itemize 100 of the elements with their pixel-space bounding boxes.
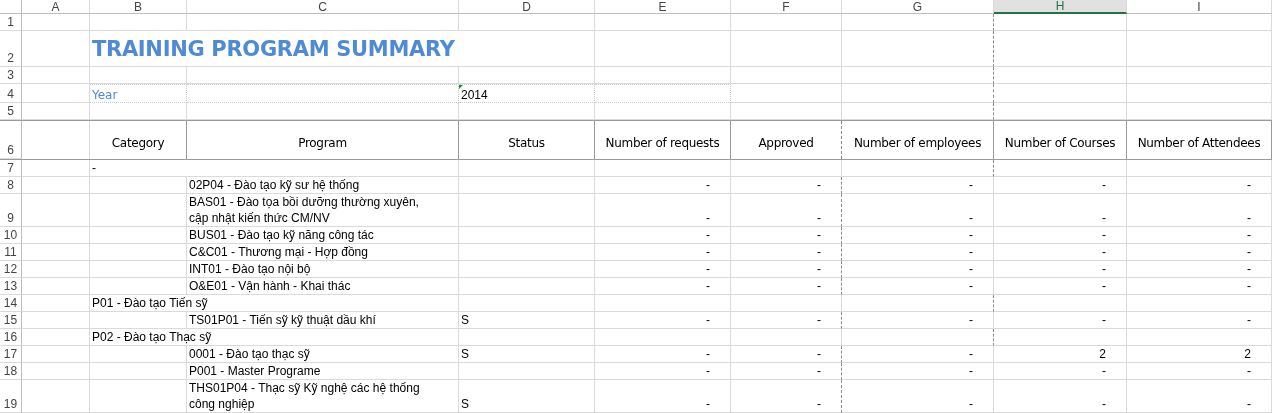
empty-cell[interactable]: BAS01 - Đào tọa bồi dưỡng thường xuyên, cập nhật kiến thức CM/NV [187, 194, 459, 227]
column-header[interactable]: F [731, 0, 842, 14]
empty-cell[interactable]: 0001 - Đào tạo thạc sỹ [187, 346, 459, 363]
empty-cell[interactable]: C&C01 - Thương mại - Hợp đồng [187, 244, 459, 261]
empty-cell[interactable]: 02P04 - Đào tạo kỹ sư hệ thống [187, 177, 459, 194]
empty-cell[interactable]: - [842, 227, 994, 244]
column-header[interactable]: H [994, 0, 1127, 14]
empty-cell[interactable] [842, 31, 994, 67]
empty-cell[interactable]: - [842, 346, 994, 363]
empty-cell[interactable] [842, 295, 994, 312]
empty-cell[interactable] [595, 84, 731, 103]
empty-cell[interactable]: S [459, 380, 595, 413]
empty-cell[interactable]: - [842, 177, 994, 194]
empty-cell[interactable]: INT01 - Đào tạo nội bộ [187, 261, 459, 278]
empty-cell[interactable]: S [459, 312, 595, 329]
empty-cell[interactable] [842, 84, 994, 103]
number-value: - [969, 261, 973, 277]
empty-cell[interactable]: - [595, 346, 731, 363]
empty-cell[interactable] [842, 14, 994, 31]
number-value: - [1102, 278, 1106, 294]
empty-cell[interactable]: - [731, 227, 842, 244]
row-number: 3 [0, 67, 22, 84]
number-value: - [969, 396, 973, 412]
empty-cell[interactable]: - [994, 363, 1127, 380]
empty-cell[interactable]: - [731, 380, 842, 413]
empty-cell[interactable]: - [994, 177, 1127, 194]
empty-cell[interactable]: - [90, 160, 459, 177]
empty-cell[interactable]: P001 - Master Programe [187, 363, 459, 380]
empty-cell[interactable]: - [994, 194, 1127, 227]
empty-cell[interactable]: - [595, 380, 731, 413]
empty-cell[interactable]: - [1127, 194, 1272, 227]
column-header[interactable]: C [187, 0, 459, 14]
empty-cell[interactable]: - [842, 261, 994, 278]
empty-cell[interactable]: - [731, 244, 842, 261]
empty-cell[interactable]: - [595, 244, 731, 261]
empty-cell[interactable]: - [595, 363, 731, 380]
empty-cell[interactable]: - [1127, 227, 1272, 244]
row-number: 15 [0, 312, 22, 329]
empty-cell[interactable]: - [1127, 177, 1272, 194]
number-value: - [706, 396, 710, 412]
row-number: 12 [0, 261, 22, 278]
row-number: 16 [0, 329, 22, 346]
empty-cell[interactable]: - [842, 194, 994, 227]
empty-cell[interactable]: - [994, 227, 1127, 244]
empty-cell[interactable]: - [731, 261, 842, 278]
empty-cell[interactable]: - [842, 363, 994, 380]
empty-cell[interactable]: - [1127, 261, 1272, 278]
empty-cell[interactable]: - [842, 244, 994, 261]
empty-cell[interactable]: - [731, 194, 842, 227]
number-value: - [1102, 312, 1106, 328]
empty-cell[interactable] [842, 103, 994, 120]
empty-cell[interactable]: 2014 [459, 84, 595, 103]
empty-cell[interactable]: - [1127, 363, 1272, 380]
empty-cell[interactable]: - [842, 278, 994, 295]
empty-cell[interactable]: 2 [994, 346, 1127, 363]
number-value: - [706, 363, 710, 379]
column-header[interactable]: A [22, 0, 90, 14]
empty-cell[interactable]: - [595, 261, 731, 278]
empty-cell[interactable]: BUS01 - Đào tạo kỹ năng công tác [187, 227, 459, 244]
empty-cell[interactable]: TRAINING PROGRAM SUMMARY [90, 31, 595, 67]
empty-cell[interactable]: - [595, 312, 731, 329]
empty-cell[interactable] [842, 329, 994, 346]
column-header[interactable]: E [595, 0, 731, 14]
empty-cell[interactable]: - [994, 312, 1127, 329]
empty-cell[interactable]: - [731, 363, 842, 380]
empty-cell[interactable]: - [1127, 312, 1272, 329]
empty-cell[interactable]: - [595, 177, 731, 194]
empty-cell[interactable] [842, 160, 994, 177]
empty-cell[interactable]: - [595, 194, 731, 227]
empty-cell[interactable]: Year [90, 84, 187, 103]
empty-cell[interactable]: - [994, 278, 1127, 295]
empty-cell[interactable]: - [595, 227, 731, 244]
empty-cell[interactable]: - [842, 380, 994, 413]
column-header[interactable]: G [842, 0, 994, 14]
empty-cell[interactable]: - [731, 312, 842, 329]
empty-cell[interactable] [187, 84, 459, 103]
column-header[interactable]: B [90, 0, 187, 14]
empty-cell[interactable]: P01 - Đào tạo Tiến sỹ [90, 295, 459, 312]
empty-cell[interactable]: - [994, 261, 1127, 278]
empty-cell[interactable]: - [595, 278, 731, 295]
empty-cell[interactable]: TS01P01 - Tiến sỹ kỹ thuật dầu khí [187, 312, 459, 329]
empty-cell[interactable]: P02 - Đào tạo Thạc sỹ [90, 329, 459, 346]
column-header[interactable]: I [1127, 0, 1272, 14]
number-value: - [1102, 210, 1106, 226]
empty-cell[interactable]: - [994, 380, 1127, 413]
column-header[interactable]: D [459, 0, 595, 14]
empty-cell[interactable]: - [1127, 278, 1272, 295]
empty-cell[interactable]: S [459, 346, 595, 363]
empty-cell[interactable]: - [1127, 380, 1272, 413]
empty-cell[interactable]: THS01P04 - Thạc sỹ Kỹ nghệ các hệ thống công nghiệp [187, 380, 459, 413]
empty-cell[interactable]: 2 [1127, 346, 1272, 363]
empty-cell[interactable]: - [994, 244, 1127, 261]
empty-cell[interactable]: O&E01 - Vận hành - Khai thác [187, 278, 459, 295]
empty-cell[interactable]: - [731, 177, 842, 194]
status-value: S [461, 396, 469, 412]
empty-cell[interactable]: - [731, 346, 842, 363]
empty-cell[interactable]: - [731, 278, 842, 295]
empty-cell[interactable] [842, 67, 994, 84]
empty-cell[interactable]: - [1127, 244, 1272, 261]
empty-cell[interactable]: - [842, 312, 994, 329]
